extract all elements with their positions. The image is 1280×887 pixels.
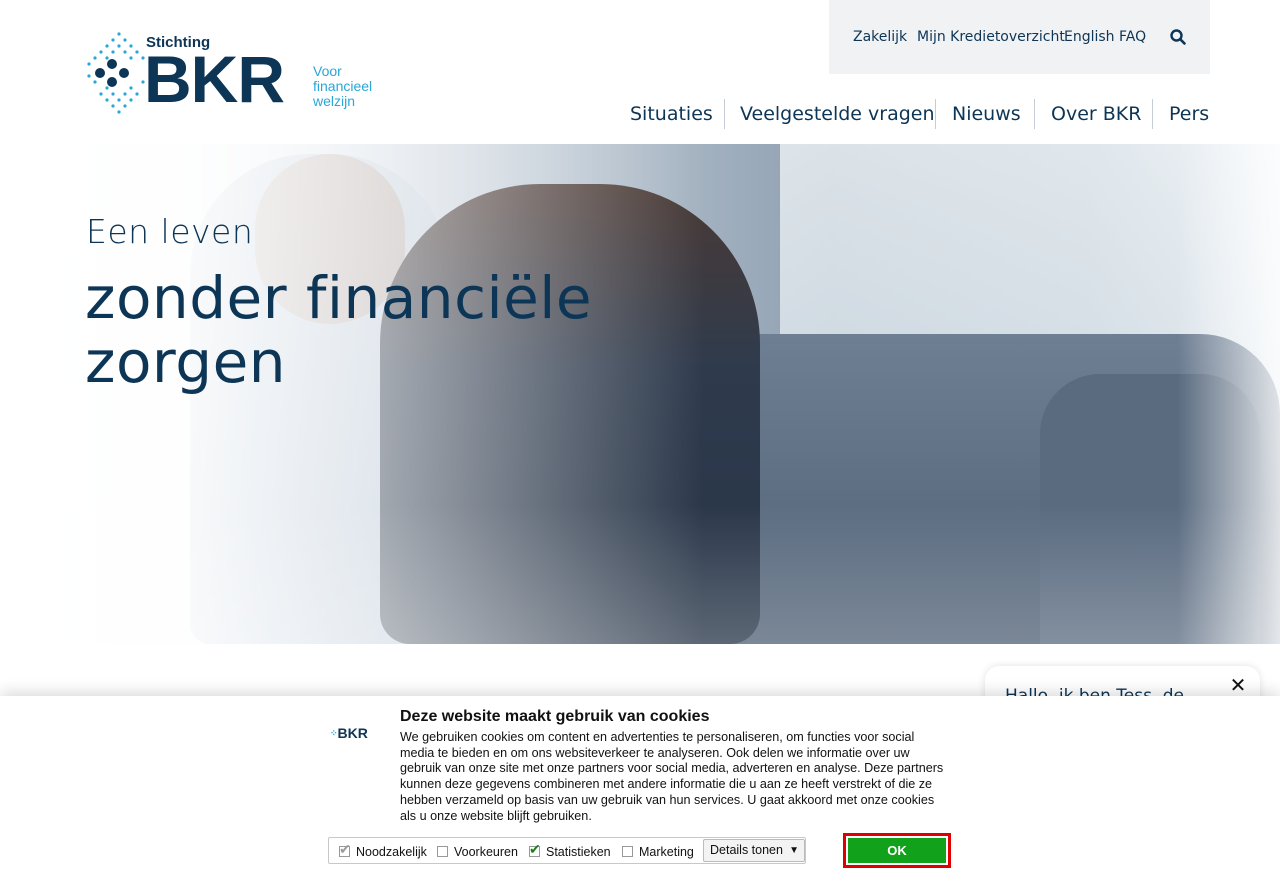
option-statistieken[interactable]: Statistieken bbox=[529, 841, 611, 859]
nav-separator bbox=[1152, 99, 1153, 129]
option-noodzakelijk: Noodzakelijk bbox=[339, 841, 427, 859]
nav-separator bbox=[935, 99, 936, 129]
option-label: Noodzakelijk bbox=[356, 845, 427, 859]
nav-item-nieuws[interactable]: Nieuws bbox=[952, 99, 1021, 129]
cookie-logo-dots-icon: ⁘ bbox=[330, 728, 338, 738]
option-voorkeuren[interactable]: Voorkeuren bbox=[437, 845, 518, 859]
checkbox-noodzakelijk bbox=[339, 841, 351, 858]
main-navigation: Situaties Veelgestelde vragen Nieuws Ove… bbox=[614, 99, 1214, 129]
nav-item-situaties[interactable]: Situaties bbox=[630, 99, 713, 129]
details-dropdown[interactable]: Details tonen ▼ bbox=[703, 839, 805, 862]
bkr-logo[interactable]: Stichting BKR Voor financieel welzijn bbox=[84, 30, 384, 116]
logo-tagline: Voor financieel welzijn bbox=[313, 63, 373, 109]
hero-title: zonder financiële zorgen bbox=[85, 264, 593, 396]
option-label: Marketing bbox=[639, 845, 694, 859]
hero-banner: Een leven zonder financiële zorgen bbox=[0, 144, 1280, 644]
hero-bottom-fade bbox=[0, 504, 1280, 644]
cookie-ok-button[interactable]: OK bbox=[843, 833, 951, 868]
checkbox-marketing[interactable] bbox=[622, 846, 633, 857]
nav-item-pers[interactable]: Pers bbox=[1169, 99, 1209, 129]
nav-item-veelgestelde-vragen[interactable]: Veelgestelde vragen bbox=[740, 99, 935, 129]
option-label: Statistieken bbox=[546, 845, 611, 859]
checkbox-voorkeuren[interactable] bbox=[437, 846, 448, 857]
link-zakelijk[interactable]: Zakelijk bbox=[853, 29, 907, 45]
details-label: Details tonen bbox=[710, 843, 783, 857]
option-marketing[interactable]: Marketing bbox=[622, 845, 694, 859]
cookie-banner: ⁘BKR Deze website maakt gebruik van cook… bbox=[0, 696, 1280, 887]
cookie-description: We gebruiken cookies om content en adver… bbox=[400, 730, 944, 823]
cookie-options: Noodzakelijk Voorkeuren Statistieken Mar… bbox=[328, 837, 806, 864]
nav-item-over-bkr[interactable]: Over BKR bbox=[1051, 99, 1141, 129]
utility-bar: Zakelijk Mijn Kredietoverzicht English F… bbox=[829, 0, 1210, 74]
chevron-down-icon: ▼ bbox=[789, 845, 799, 856]
link-english-faq[interactable]: English FAQ bbox=[1064, 29, 1146, 45]
nav-separator bbox=[1034, 99, 1035, 129]
site-header: Stichting BKR Voor financieel welzijn Za… bbox=[0, 0, 1280, 144]
ok-label: OK bbox=[848, 838, 946, 863]
cookie-bkr-logo: ⁘BKR bbox=[330, 725, 376, 741]
close-icon[interactable]: ✕ bbox=[1229, 675, 1247, 695]
checkbox-statistieken[interactable] bbox=[529, 841, 541, 858]
cookie-title: Deze website maakt gebruik van cookies bbox=[400, 708, 710, 725]
logo-bkr-text: BKR bbox=[144, 42, 285, 116]
link-mijn-kredietoverzicht[interactable]: Mijn Kredietoverzicht bbox=[917, 29, 1065, 45]
cookie-logo-text: BKR bbox=[337, 725, 368, 741]
search-icon[interactable] bbox=[1169, 28, 1187, 46]
nav-separator bbox=[724, 99, 725, 129]
option-label: Voorkeuren bbox=[454, 845, 518, 859]
hero-subtitle: Een leven bbox=[86, 212, 254, 251]
